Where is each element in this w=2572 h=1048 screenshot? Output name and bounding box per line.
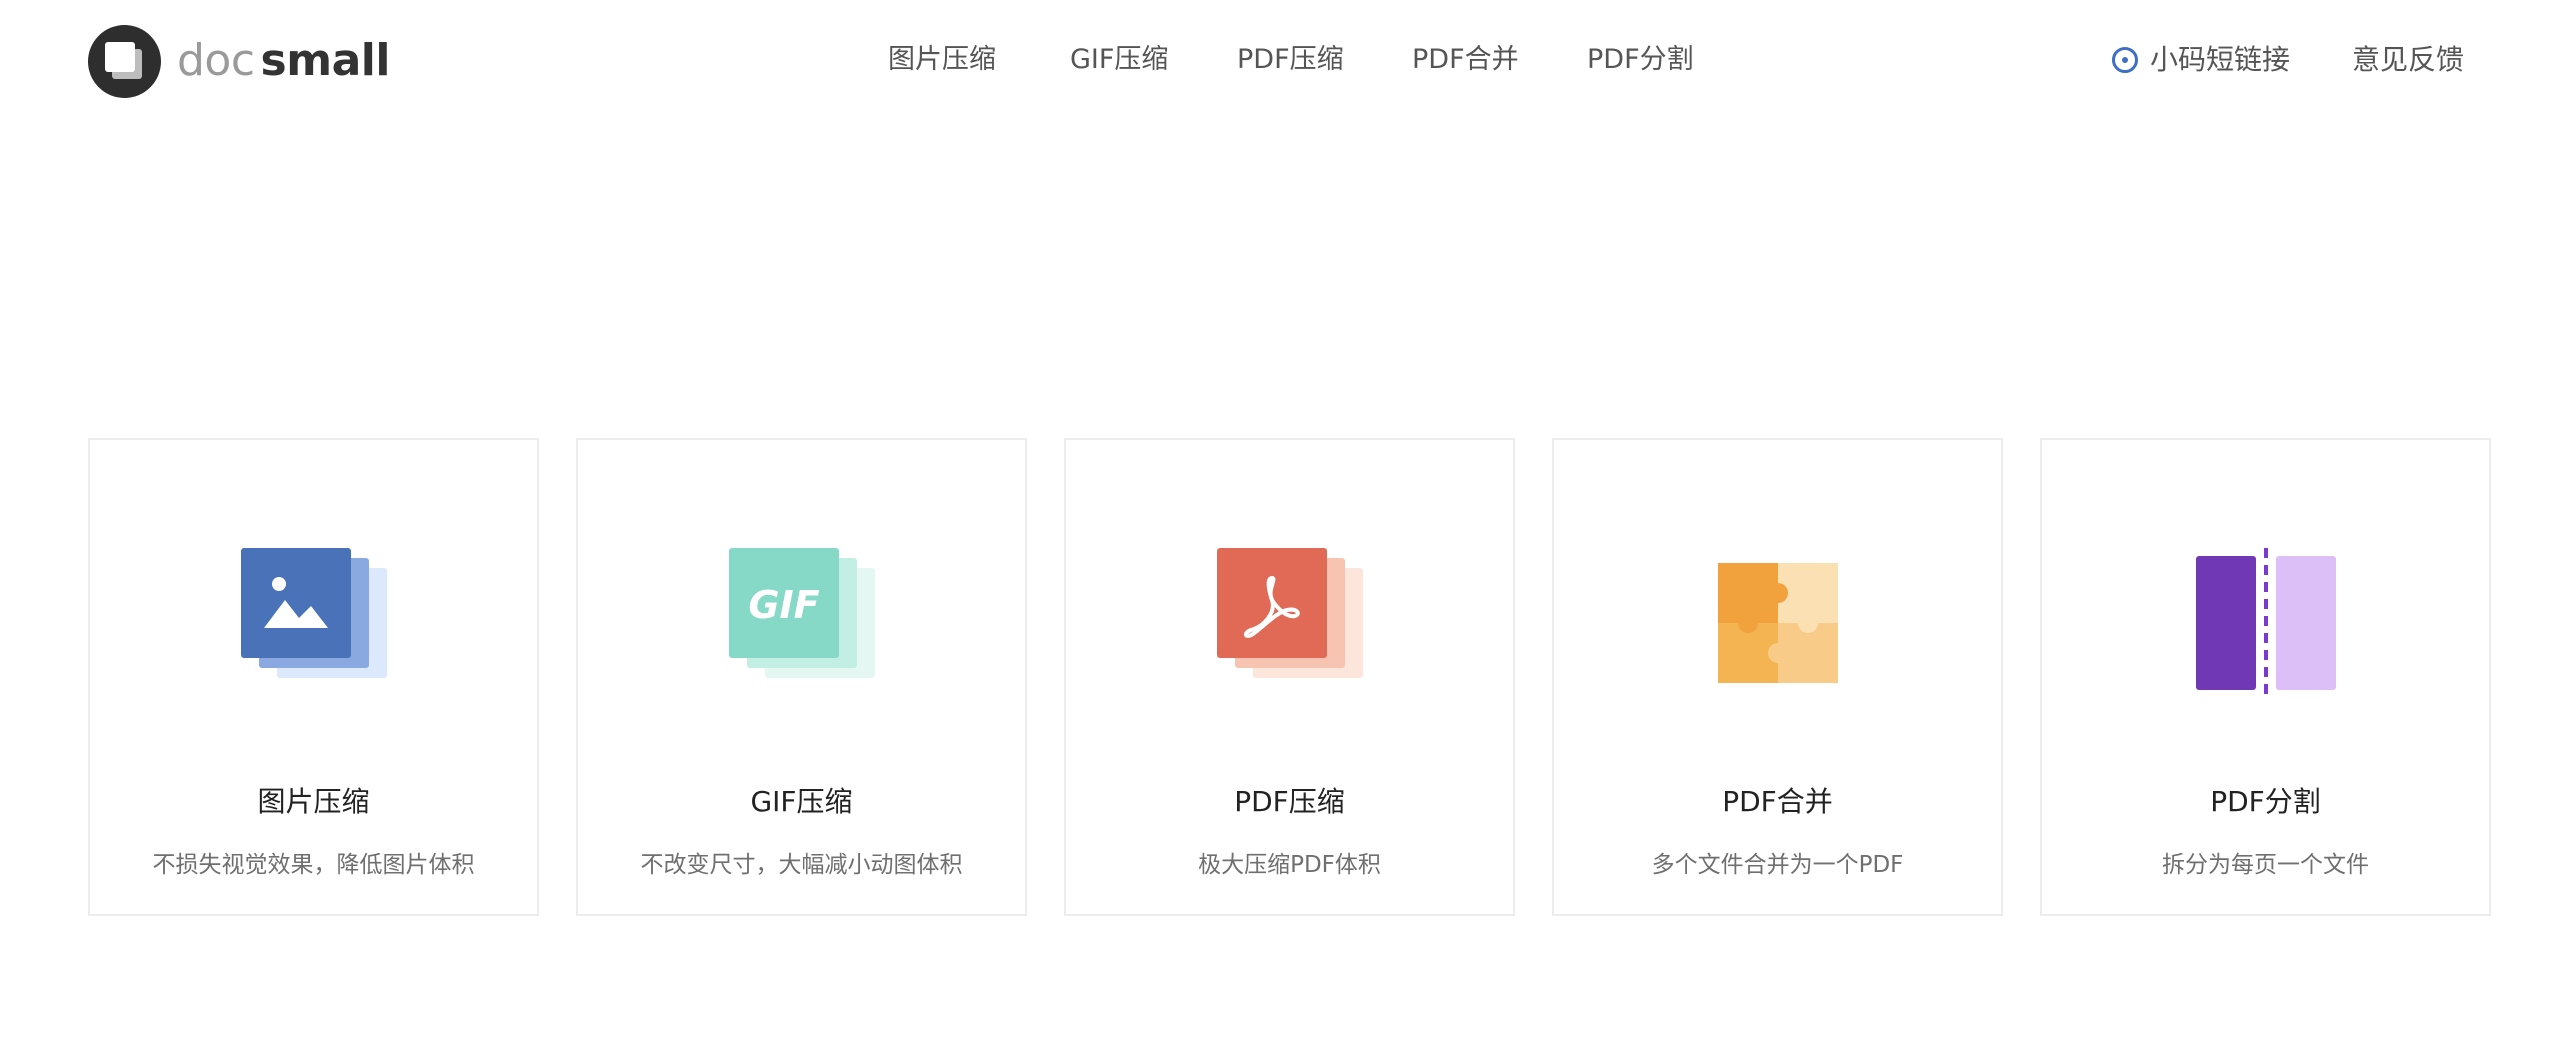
card-title: 图片压缩 bbox=[257, 785, 370, 818]
split-icon bbox=[2042, 548, 2489, 698]
card-pdf-split[interactable]: PDF分割 拆分为每页一个文件 bbox=[2040, 438, 2491, 916]
short-link-icon bbox=[2112, 47, 2138, 73]
card-description: 不改变尺寸，大幅减小动图体积 bbox=[640, 852, 963, 878]
nav-pdf-compress[interactable]: PDF压缩 bbox=[1237, 34, 1344, 86]
nav-gif-compress[interactable]: GIF压缩 bbox=[1070, 34, 1168, 86]
top-header: doc small 图片压缩 GIF压缩 PDF压缩 PDF合并 PDF分割 小码… bbox=[0, 0, 2572, 120]
card-pdf-compress[interactable]: PDF压缩 极大压缩PDF体积 bbox=[1064, 438, 1515, 916]
tool-card-grid: 图片压缩 不损失视觉效果，降低图片体积 GIF GIF压缩 不改变尺寸，大幅减小… bbox=[88, 438, 2491, 916]
card-title: GIF压缩 bbox=[750, 785, 853, 818]
card-description: 拆分为每页一个文件 bbox=[2162, 852, 2369, 878]
nav-pdf-merge[interactable]: PDF合并 bbox=[1412, 34, 1519, 86]
gif-icon: GIF bbox=[578, 548, 1025, 698]
image-icon bbox=[90, 548, 537, 698]
card-image-compress[interactable]: 图片压缩 不损失视觉效果，降低图片体积 bbox=[88, 438, 539, 916]
short-link-label: 小码短链接 bbox=[2150, 43, 2291, 76]
feedback-link[interactable]: 意见反馈 bbox=[2352, 34, 2464, 86]
card-description: 不损失视觉效果，降低图片体积 bbox=[152, 852, 475, 878]
card-title: PDF合并 bbox=[1722, 785, 1833, 818]
card-title: PDF分割 bbox=[2210, 785, 2321, 818]
card-pdf-merge[interactable]: PDF合并 多个文件合并为一个PDF bbox=[1552, 438, 2003, 916]
puzzle-icon bbox=[1554, 548, 2001, 698]
nav-pdf-split[interactable]: PDF分割 bbox=[1587, 34, 1694, 86]
card-title: PDF压缩 bbox=[1234, 785, 1345, 818]
nav-image-compress[interactable]: 图片压缩 bbox=[888, 34, 996, 86]
pdf-icon bbox=[1066, 548, 1513, 698]
short-link-button[interactable]: 小码短链接 bbox=[2112, 34, 2290, 86]
card-description: 极大压缩PDF体积 bbox=[1198, 852, 1381, 878]
card-description: 多个文件合并为一个PDF bbox=[1651, 852, 1904, 878]
gif-icon-text: GIF bbox=[748, 583, 819, 627]
card-gif-compress[interactable]: GIF GIF压缩 不改变尺寸，大幅减小动图体积 bbox=[576, 438, 1027, 916]
